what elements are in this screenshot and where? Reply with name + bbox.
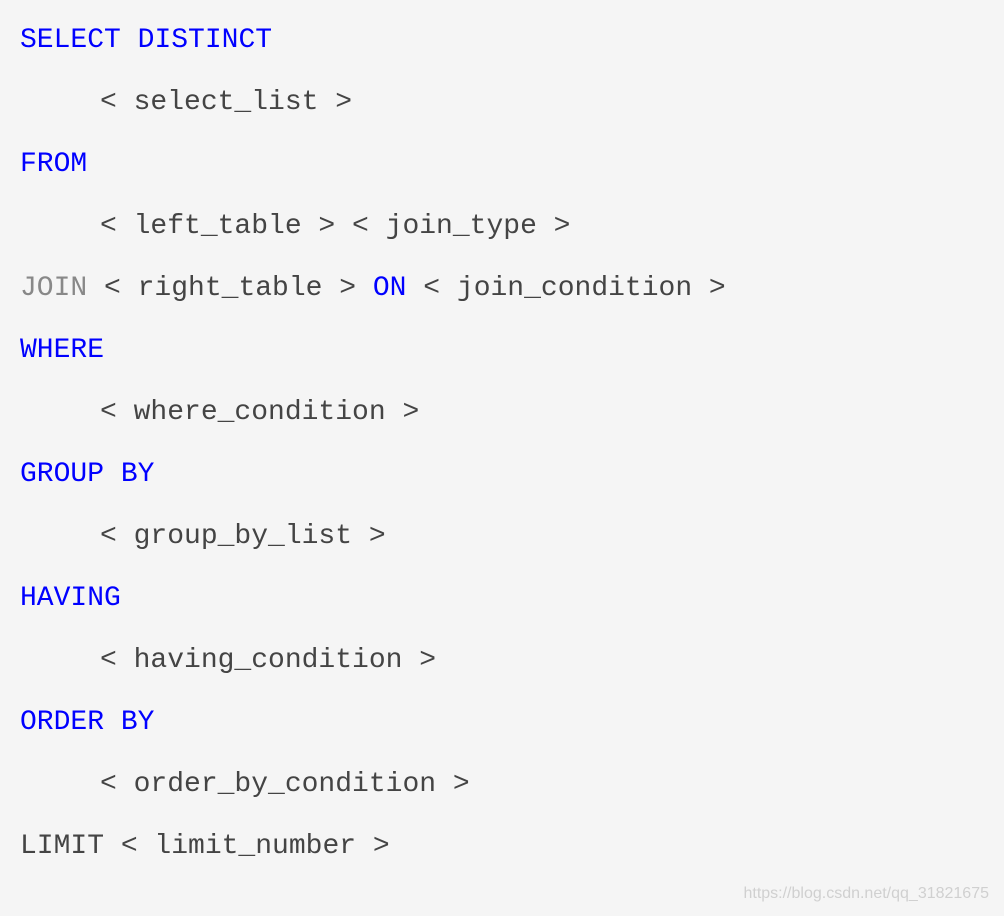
sql-placeholder: < left_table > < join_type > [100, 211, 570, 242]
code-line: WHERE [20, 330, 984, 372]
sql-keyword: SELECT [20, 25, 121, 56]
sql-syntax-block: SELECT DISTINCT < select_list > FROM < left… [20, 20, 984, 868]
sql-placeholder: < order_by_condition > [100, 769, 470, 800]
code-line: LIMIT < limit_number > [20, 826, 984, 868]
code-line: < order_by_condition > [20, 764, 984, 806]
code-line: < left_table > < join_type > [20, 206, 984, 248]
sql-placeholder: < where_condition > [100, 397, 419, 428]
code-line: < select_list > [20, 82, 984, 124]
sql-placeholder [104, 707, 121, 738]
code-line: HAVING [20, 578, 984, 620]
watermark-text: https://blog.csdn.net/qq_31821675 [743, 882, 989, 906]
sql-placeholder: < having_condition > [100, 645, 436, 676]
code-line: GROUP BY [20, 454, 984, 496]
code-line: < where_condition > [20, 392, 984, 434]
sql-keyword: ORDER [20, 707, 104, 738]
code-line: SELECT DISTINCT [20, 20, 984, 62]
sql-keyword: GROUP [20, 459, 104, 490]
sql-join-keyword: JOIN [20, 273, 87, 304]
sql-keyword: BY [121, 707, 155, 738]
sql-keyword: WHERE [20, 335, 104, 366]
sql-placeholder: < select_list > [100, 87, 352, 118]
sql-placeholder: LIMIT < limit_number > [20, 831, 390, 862]
sql-keyword: FROM [20, 149, 87, 180]
code-line: JOIN < right_table > ON < join_condition… [20, 268, 984, 310]
sql-placeholder: < join_condition > [406, 273, 725, 304]
code-line: FROM [20, 144, 984, 186]
code-line: < having_condition > [20, 640, 984, 682]
code-line: < group_by_list > [20, 516, 984, 558]
code-line: ORDER BY [20, 702, 984, 744]
sql-keyword: ON [373, 273, 407, 304]
sql-placeholder: < group_by_list > [100, 521, 386, 552]
sql-placeholder: < right_table > [87, 273, 373, 304]
sql-placeholder [104, 459, 121, 490]
sql-keyword: HAVING [20, 583, 121, 614]
sql-keyword: DISTINCT [138, 25, 272, 56]
sql-keyword: BY [121, 459, 155, 490]
sql-placeholder [121, 25, 138, 56]
